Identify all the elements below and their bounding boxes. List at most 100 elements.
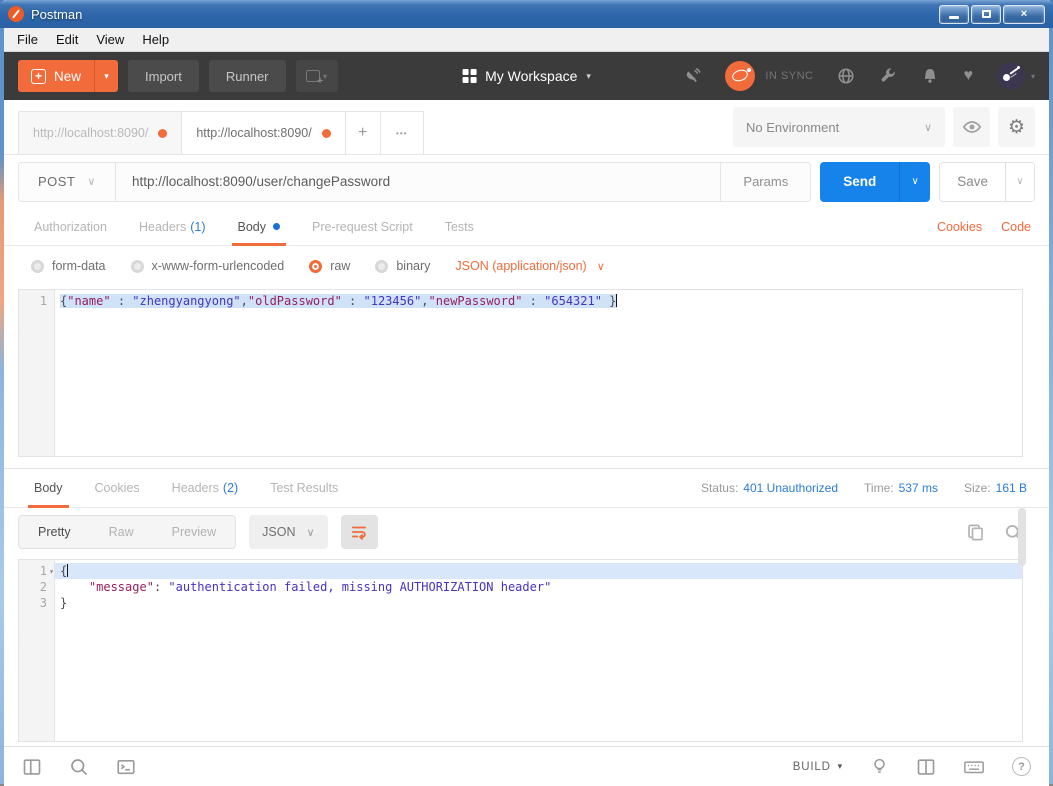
request-body-editor[interactable]: 1{"name" : "zhengyangyong","oldPassword"…: [18, 289, 1023, 457]
tab-authorization[interactable]: Authorization: [18, 208, 123, 245]
send-dropdown-button[interactable]: ∨: [899, 162, 930, 202]
response-headers-label: Headers: [172, 481, 219, 495]
capture-requests-icon[interactable]: [683, 67, 701, 85]
window-border-right: [1049, 28, 1053, 784]
wrap-lines-button[interactable]: [341, 515, 378, 549]
save-button[interactable]: Save: [940, 163, 1005, 201]
help-button[interactable]: ?: [1012, 757, 1031, 776]
request-bar: POST ∨ http://localhost:8090/user/change…: [4, 155, 1049, 208]
request-tab-1[interactable]: http://localhost:8090/: [18, 111, 182, 154]
params-button[interactable]: Params: [720, 163, 810, 201]
chevron-down-icon: ▾: [586, 71, 591, 82]
search-button[interactable]: [69, 757, 89, 777]
settings-wrench-icon[interactable]: [879, 67, 897, 85]
radio-form-data[interactable]: form-data: [31, 259, 106, 273]
pretty-button[interactable]: Pretty: [19, 516, 90, 548]
tab-headers[interactable]: Headers (1): [123, 208, 222, 245]
chevron-down-icon: ▾: [104, 71, 109, 82]
minimize-icon: [949, 16, 959, 19]
sidebar-toggle-button[interactable]: [22, 757, 42, 777]
line-number: 1: [19, 293, 55, 309]
copy-response-button[interactable]: [966, 523, 985, 542]
new-dropdown-button[interactable]: ▾: [94, 60, 118, 92]
radio-raw[interactable]: raw: [309, 259, 350, 273]
tab-test-results[interactable]: Test Results: [254, 469, 354, 507]
runner-label: Runner: [226, 69, 269, 84]
urlencoded-label: x-www-form-urlencoded: [152, 259, 285, 273]
request-tab-strip: http://localhost:8090/ http://localhost:…: [4, 100, 1049, 155]
radio-urlencoded[interactable]: x-www-form-urlencoded: [131, 259, 285, 273]
notifications-bell-icon[interactable]: [921, 67, 939, 85]
fold-arrow-icon[interactable]: ▾: [49, 564, 54, 580]
url-value: http://localhost:8090/user/changePasswor…: [132, 174, 390, 189]
tab-response-headers[interactable]: Headers (2): [156, 469, 255, 507]
maximize-icon: [982, 10, 991, 18]
new-button[interactable]: + New ▾: [18, 60, 118, 92]
runner-button[interactable]: Runner: [209, 60, 286, 92]
scrollbar-thumb[interactable]: [1018, 508, 1026, 566]
workspace-switcher[interactable]: My Workspace ▾: [462, 68, 591, 84]
tab-response-cookies[interactable]: Cookies: [79, 469, 156, 507]
send-button[interactable]: Send: [820, 162, 899, 202]
title-bar[interactable]: Postman ×: [0, 0, 1053, 28]
chevron-down-icon: ∨: [1016, 176, 1023, 187]
tips-button[interactable]: [870, 757, 889, 776]
request-tab-2-label: http://localhost:8090/: [196, 126, 311, 140]
radio-binary[interactable]: binary: [375, 259, 430, 273]
environment-select[interactable]: No Environment ∨: [733, 107, 945, 147]
console-button[interactable]: [116, 757, 136, 777]
environment-value: No Environment: [746, 120, 839, 135]
environment-preview-button[interactable]: [953, 107, 990, 147]
tab-body[interactable]: Body: [222, 208, 297, 245]
request-tab-2[interactable]: http://localhost:8090/: [181, 111, 345, 154]
new-window-button[interactable]: ▾: [296, 60, 338, 92]
maximize-button[interactable]: [971, 5, 1001, 24]
tab-tests[interactable]: Tests: [429, 208, 490, 245]
settings-button[interactable]: ⚙: [998, 107, 1035, 147]
add-tab-button[interactable]: +: [345, 111, 381, 154]
interceptor-icon[interactable]: [837, 67, 855, 85]
code-link[interactable]: Code: [1001, 220, 1031, 234]
menu-help[interactable]: Help: [133, 32, 178, 47]
postman-logo-icon: [8, 6, 24, 22]
menu-file[interactable]: File: [8, 32, 47, 47]
tab-pre-request-script[interactable]: Pre-request Script: [296, 208, 429, 245]
code-line: 2 "message": "authentication failed, mis…: [19, 579, 1022, 595]
save-dropdown-button[interactable]: ∨: [1005, 163, 1034, 201]
response-body-editor[interactable]: 1▾{2 "message": "authentication failed, …: [18, 559, 1023, 742]
tab-response-body[interactable]: Body: [18, 469, 79, 507]
triangle-down-icon: ▾: [838, 761, 843, 772]
text-cursor: [67, 564, 68, 577]
chevron-down-icon: ∨: [87, 175, 96, 188]
two-pane-view-button[interactable]: [916, 757, 936, 777]
time-value: 537 ms: [899, 481, 938, 495]
import-label: Import: [145, 69, 182, 84]
menu-view[interactable]: View: [87, 32, 133, 47]
preview-button[interactable]: Preview: [153, 516, 235, 548]
user-menu[interactable]: ▾: [997, 62, 1035, 90]
sync-status-icon[interactable]: [725, 61, 755, 91]
time-label: Time:: [864, 481, 894, 495]
build-switcher[interactable]: BUILD ▾: [793, 761, 843, 773]
url-input[interactable]: http://localhost:8090/user/changePasswor…: [116, 163, 720, 201]
shortcuts-button[interactable]: [963, 757, 985, 777]
import-button[interactable]: Import: [128, 60, 199, 92]
close-button[interactable]: ×: [1003, 5, 1045, 24]
response-format-value: JSON: [262, 525, 295, 539]
raw-button[interactable]: Raw: [90, 516, 153, 548]
copy-icon: [966, 523, 985, 542]
close-icon: ×: [1021, 8, 1027, 20]
method-select[interactable]: POST ∨: [19, 163, 116, 201]
cookies-link[interactable]: Cookies: [937, 220, 982, 234]
favorites-heart-icon[interactable]: ♥: [963, 68, 973, 84]
more-tabs-button[interactable]: •••: [380, 111, 424, 154]
response-format-select[interactable]: JSON ∨: [249, 515, 327, 549]
menu-edit[interactable]: Edit: [47, 32, 87, 47]
content-type-select[interactable]: JSON (application/json) ∨: [455, 259, 604, 273]
workspace-label: My Workspace: [485, 68, 577, 84]
body-type-row: form-data x-www-form-urlencoded raw bina…: [4, 246, 1049, 286]
search-icon: [69, 757, 89, 777]
body-modified-dot-icon: [273, 223, 280, 230]
text-cursor: [616, 294, 617, 307]
minimize-button[interactable]: [939, 5, 969, 24]
